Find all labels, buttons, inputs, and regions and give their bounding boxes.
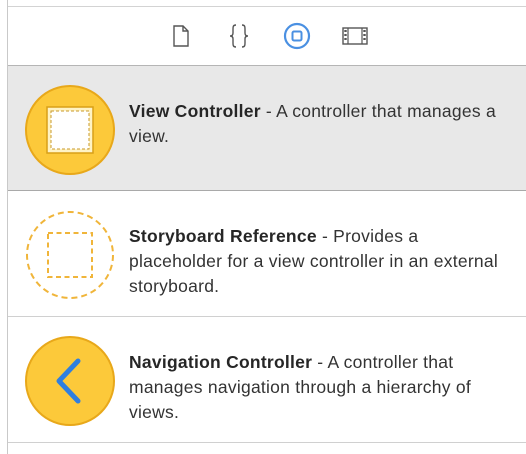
media-library-tab[interactable] [340,21,370,51]
object-library-icon [283,22,310,50]
list-item-storyboard-reference[interactable]: Storyboard Reference - Provides a placeh… [8,191,526,317]
list-item-navigation-controller[interactable]: Navigation Controller - A controller tha… [8,317,526,443]
item-title: Navigation Controller [129,352,313,372]
item-title: View Controller [129,101,261,121]
object-library-panel: View Controller - A controller that mana… [7,0,526,454]
object-library-tab[interactable] [282,21,312,51]
list-item-view-controller[interactable]: View Controller - A controller that mana… [8,66,526,191]
item-separator: - [312,352,328,372]
file-icon [172,25,189,47]
film-strip-icon [341,27,368,45]
navigation-controller-icon [25,336,115,426]
item-description: Storyboard Reference - Provides a placeh… [129,224,501,299]
view-controller-icon [25,85,115,175]
item-title: Storyboard Reference [129,226,317,246]
code-snippet-tab[interactable] [224,21,254,51]
file-template-tab[interactable] [166,21,196,51]
item-separator: - [316,226,334,246]
braces-icon [229,24,248,48]
item-description: Navigation Controller - A controller tha… [129,350,501,425]
library-tab-bar [8,7,526,65]
item-separator: - [260,101,277,121]
storyboard-reference-icon [26,211,114,299]
item-description: View Controller - A controller that mana… [129,99,501,149]
object-list: View Controller - A controller that mana… [8,66,526,454]
